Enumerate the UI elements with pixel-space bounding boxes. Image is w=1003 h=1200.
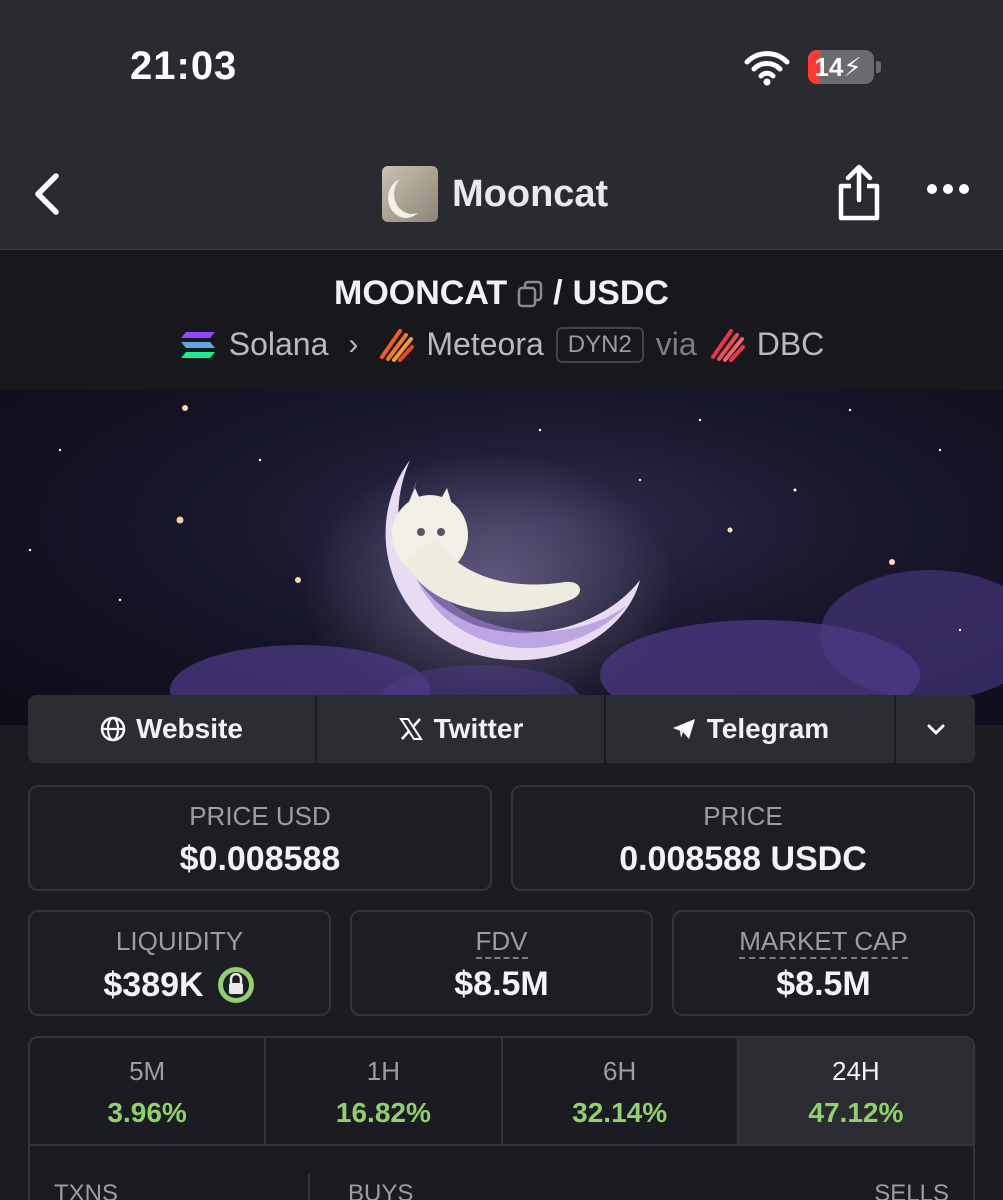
pair-separator: / bbox=[553, 274, 563, 312]
tab-1h[interactable]: 1H 16.82% bbox=[266, 1038, 503, 1144]
twitter-label: Twitter bbox=[433, 713, 524, 744]
pair-header: MOONCAT / USDC Solana › Meteora DYN2 via bbox=[0, 250, 1003, 390]
token-title: Mooncat bbox=[382, 166, 608, 222]
liquidity-label: LIQUIDITY bbox=[115, 926, 244, 956]
fdv-card: FDV $8.5M bbox=[350, 910, 653, 1016]
tab-label: 6H bbox=[603, 1056, 637, 1086]
website-button[interactable]: Website bbox=[28, 695, 317, 763]
copy-icon[interactable] bbox=[517, 280, 543, 308]
quote-symbol: USDC bbox=[572, 274, 669, 312]
more-links-button[interactable] bbox=[896, 695, 975, 763]
tab-change: 32.14% bbox=[572, 1097, 668, 1128]
tab-change: 3.96% bbox=[107, 1097, 187, 1128]
market-cap-value: $8.5M bbox=[776, 965, 871, 1003]
globe-icon bbox=[100, 716, 126, 742]
liquidity-card: LIQUIDITY $389K bbox=[28, 910, 331, 1016]
moon-cat-illustration bbox=[385, 460, 640, 661]
via-label: via bbox=[655, 326, 697, 362]
market-cap-label[interactable]: MARKET CAP bbox=[739, 926, 908, 959]
lock-icon[interactable] bbox=[216, 965, 256, 1005]
tab-label: 24H bbox=[832, 1056, 880, 1086]
token-banner-image bbox=[0, 390, 1003, 725]
price-usd-value: $0.008588 bbox=[179, 840, 341, 878]
liquidity-value: $389K bbox=[103, 965, 204, 1004]
timeframe-tabs: 5M 3.96% 1H 16.82% 6H 32.14% 24H 47.12% bbox=[28, 1036, 975, 1146]
tab-label: 1H bbox=[366, 1056, 400, 1086]
status-bar: 21:03 14⚡ bbox=[0, 0, 1003, 140]
price-value: 0.008588 USDC bbox=[619, 840, 867, 878]
price-card: PRICE 0.008588 USDC bbox=[511, 785, 975, 891]
tab-24h[interactable]: 24H 47.12% bbox=[738, 1038, 973, 1144]
market-cap-card: MARKET CAP $8.5M bbox=[672, 910, 975, 1016]
token-avatar bbox=[382, 166, 438, 222]
telegram-icon bbox=[672, 719, 695, 739]
tab-5m[interactable]: 5M 3.96% bbox=[30, 1038, 267, 1144]
txns-label: TXNS bbox=[54, 1180, 119, 1200]
solana-icon bbox=[180, 331, 215, 358]
more-icon[interactable] bbox=[926, 182, 970, 196]
base-symbol: MOONCAT bbox=[334, 274, 508, 312]
chain-name[interactable]: Solana bbox=[229, 326, 329, 363]
back-icon[interactable] bbox=[28, 170, 68, 218]
buys-label: BUYS bbox=[348, 1180, 414, 1200]
tab-change: 16.82% bbox=[335, 1097, 431, 1128]
chevron-down-icon bbox=[927, 724, 944, 735]
price-usd-label: PRICE USD bbox=[189, 801, 331, 831]
price-label: PRICE bbox=[703, 801, 783, 831]
sells-label: SELLS bbox=[874, 1180, 949, 1200]
meteora-icon bbox=[380, 328, 415, 362]
tab-label: 5M bbox=[129, 1056, 166, 1086]
wifi-icon bbox=[744, 51, 790, 86]
price-usd-card: PRICE USD $0.008588 bbox=[28, 785, 492, 891]
nav-bar: Mooncat bbox=[0, 140, 1003, 250]
telegram-label: Telegram bbox=[706, 713, 830, 744]
pair-route: Solana › Meteora DYN2 via DBC bbox=[0, 326, 1003, 363]
website-label: Website bbox=[136, 713, 243, 744]
nav-title: Mooncat bbox=[452, 172, 609, 215]
fdv-label[interactable]: FDV bbox=[475, 926, 528, 959]
via-source[interactable]: DBC bbox=[757, 326, 825, 363]
status-time: 21:03 bbox=[130, 44, 238, 88]
fdv-value: $8.5M bbox=[454, 965, 549, 1003]
dex-name[interactable]: Meteora bbox=[426, 326, 543, 363]
dbc-icon bbox=[710, 328, 745, 362]
tab-change: 47.12% bbox=[808, 1097, 904, 1128]
tab-6h[interactable]: 6H 32.14% bbox=[503, 1038, 739, 1144]
twitter-button[interactable]: Twitter bbox=[317, 695, 606, 763]
x-logo-icon bbox=[398, 718, 423, 740]
social-links: Website Twitter Telegram bbox=[28, 695, 975, 763]
pair-name: MOONCAT / USDC bbox=[0, 274, 1003, 313]
share-icon[interactable] bbox=[836, 164, 882, 222]
battery-icon: 14⚡ bbox=[808, 50, 874, 84]
telegram-button[interactable]: Telegram bbox=[606, 695, 896, 763]
battery-level: 14 bbox=[814, 52, 844, 82]
dex-version-badge: DYN2 bbox=[555, 326, 644, 363]
txn-stats: TXNS BUYS SELLS bbox=[28, 1146, 975, 1200]
chevron-right-icon: › bbox=[348, 327, 359, 361]
